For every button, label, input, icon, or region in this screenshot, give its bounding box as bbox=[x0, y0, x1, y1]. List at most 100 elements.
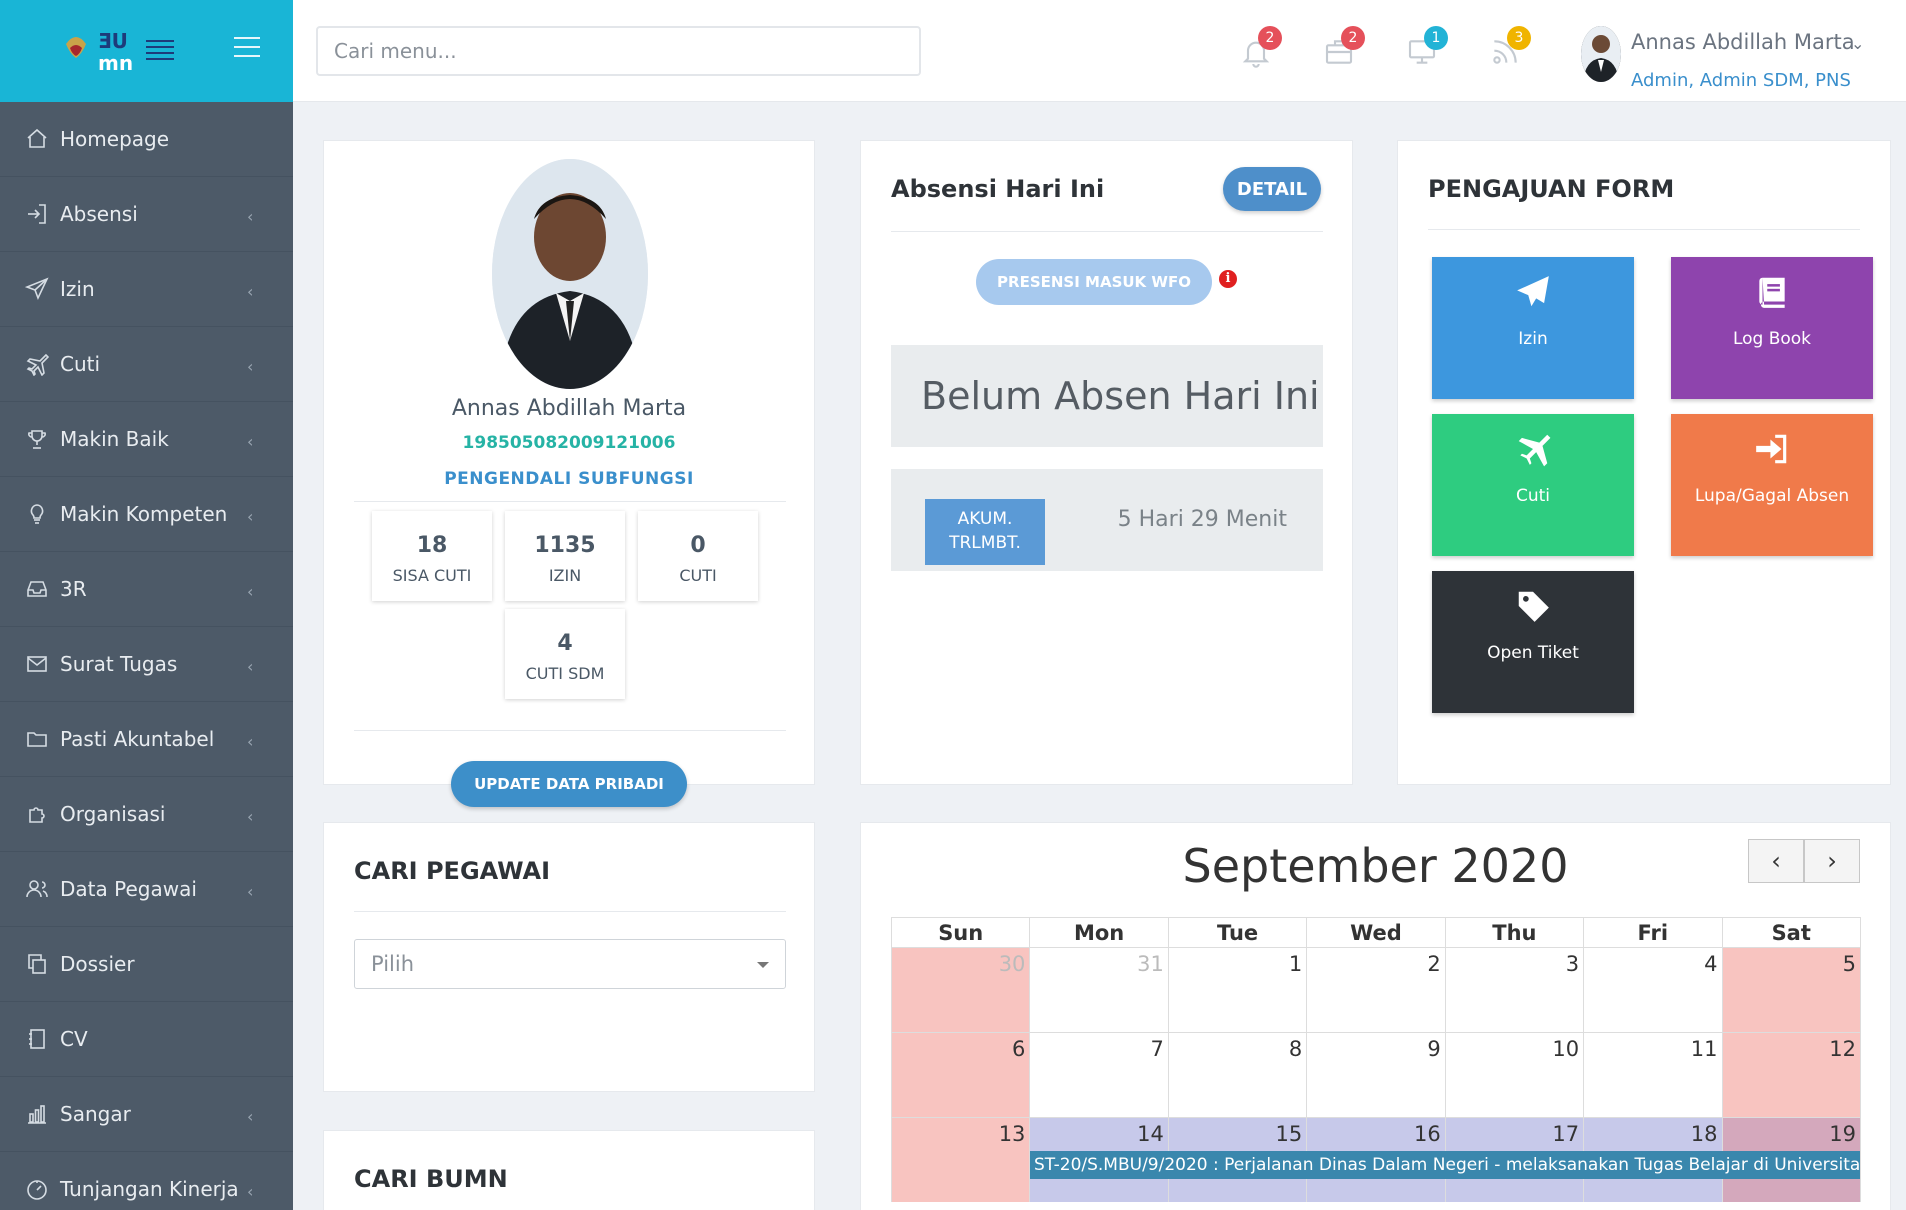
calendar-day-cell[interactable]: 9 bbox=[1306, 1032, 1445, 1117]
lightbulb-icon bbox=[24, 501, 50, 527]
tag-icon bbox=[1518, 591, 1549, 622]
copy-icon bbox=[24, 951, 50, 977]
sidebar-item-makin-baik[interactable]: Makin Baik ‹ bbox=[0, 402, 293, 477]
notification-badge: 1 bbox=[1424, 26, 1448, 50]
sidebar-item-label: Organisasi bbox=[60, 802, 166, 826]
chevron-left-icon: ‹ bbox=[247, 807, 254, 826]
cari-pegawai-card: CARI PEGAWAI Pilih bbox=[323, 822, 815, 1092]
sidebar-item-tunjangan-kinerja[interactable]: Tunjangan Kinerja ‹ bbox=[0, 1152, 293, 1210]
sidebar-item-organisasi[interactable]: Organisasi ‹ bbox=[0, 777, 293, 852]
tile-label: Lupa/Gagal Absen bbox=[1694, 486, 1850, 506]
sidebar-item-makin-kompeten[interactable]: Makin Kompeten ‹ bbox=[0, 477, 293, 552]
calendar-day-cell[interactable]: 5 bbox=[1721, 947, 1861, 1032]
bumn-logo: ƎU mn bbox=[66, 29, 174, 75]
calendar-day-cell[interactable]: 6 bbox=[891, 1032, 1030, 1117]
calendar-day-cell[interactable]: 3 bbox=[1444, 947, 1584, 1032]
calendar-weekday-row: Sun Mon Tue Wed Thu Fri Sat bbox=[891, 917, 1861, 947]
calendar-day-cell[interactable]: 4 bbox=[1583, 947, 1722, 1032]
weekday-header: Sun bbox=[891, 918, 1029, 947]
prev-month-button[interactable]: ‹ bbox=[1748, 839, 1804, 883]
weekday-header: Thu bbox=[1444, 918, 1583, 947]
cari-bumn-title: CARI BUMN bbox=[354, 1165, 508, 1193]
svg-text:mn: mn bbox=[98, 51, 133, 75]
divider bbox=[1428, 229, 1860, 230]
akumulasi-box: AKUM. TRLMBT. 5 Hari 29 Menit bbox=[891, 469, 1323, 571]
absensi-card: Absensi Hari Ini DETAIL PRESENSI MASUK W… bbox=[860, 140, 1353, 785]
calendar-week-row: 30 31 1 2 3 4 5 bbox=[891, 947, 1861, 1032]
absen-status: Belum Absen Hari Ini bbox=[891, 345, 1323, 447]
profile-card: Annas Abdillah Marta 198505082009121006 … bbox=[323, 140, 815, 807]
chevron-left-icon: ‹ bbox=[247, 357, 254, 376]
sidebar-item-cuti[interactable]: Cuti ‹ bbox=[0, 327, 293, 402]
pegawai-select[interactable]: Pilih bbox=[354, 939, 786, 989]
weekday-header: Tue bbox=[1167, 918, 1306, 947]
sidebar-item-cv[interactable]: CV bbox=[0, 1002, 293, 1077]
tile-label: Cuti bbox=[1515, 486, 1551, 506]
stat-cuti: 0 CUTI bbox=[638, 511, 758, 601]
stat-izin: 1135 IZIN bbox=[505, 511, 625, 601]
sidebar-item-data-pegawai[interactable]: Data Pegawai ‹ bbox=[0, 852, 293, 927]
menu-toggle-icon[interactable] bbox=[234, 37, 260, 59]
sidebar-item-dossier[interactable]: Dossier bbox=[0, 927, 293, 1002]
chevron-left-icon: ‹ bbox=[247, 282, 254, 301]
search-input[interactable] bbox=[316, 26, 921, 76]
cari-pegawai-title: CARI PEGAWAI bbox=[354, 857, 551, 885]
monitor-button[interactable]: 1 bbox=[1406, 26, 1448, 70]
sidebar-item-3r[interactable]: 3R ‹ bbox=[0, 552, 293, 627]
calendar-day-cell[interactable]: 2 bbox=[1306, 947, 1445, 1032]
sidebar-item-izin[interactable]: Izin ‹ bbox=[0, 252, 293, 327]
calendar-event[interactable]: ST-20/S.MBU/9/2020 : Perjalanan Dinas Da… bbox=[1030, 1151, 1860, 1179]
sidebar-item-homepage[interactable]: Homepage bbox=[0, 102, 293, 177]
chevron-down-icon: ⌄ bbox=[1851, 34, 1865, 53]
notifications-bell-button[interactable]: 2 bbox=[1240, 26, 1282, 70]
tile-cuti[interactable]: Cuti bbox=[1432, 414, 1634, 556]
sidebar-item-label: Cuti bbox=[60, 352, 101, 376]
stat-label: SISA CUTI bbox=[392, 566, 472, 585]
presensi-wfo-button[interactable]: PRESENSI MASUK WFO bbox=[976, 259, 1212, 305]
chevron-left-icon: ‹ bbox=[247, 882, 254, 901]
calendar-day-cell[interactable]: 1 bbox=[1167, 947, 1307, 1032]
calendar-day-cell[interactable]: 7 bbox=[1029, 1032, 1168, 1117]
puzzle-icon bbox=[24, 801, 50, 827]
profile-nip: 198505082009121006 bbox=[462, 433, 676, 453]
tile-open-tiket[interactable]: Open Tiket bbox=[1432, 571, 1634, 713]
detail-button[interactable]: DETAIL bbox=[1223, 167, 1321, 211]
sidebar-item-label: Dossier bbox=[60, 952, 135, 976]
update-data-button[interactable]: UPDATE DATA PRIBADI bbox=[451, 761, 687, 807]
paper-plane-icon bbox=[24, 276, 50, 302]
calendar-day-cell[interactable]: 31 bbox=[1029, 947, 1168, 1032]
calendar-day-cell[interactable]: 8 bbox=[1167, 1032, 1307, 1117]
sidebar-item-label: Absensi bbox=[60, 202, 138, 226]
sidebar-item-label: Sangar bbox=[60, 1102, 131, 1126]
notebook-icon bbox=[24, 1026, 50, 1052]
akumulasi-label-line1: AKUM. bbox=[957, 509, 1013, 529]
tile-log-book[interactable]: Log Book bbox=[1671, 257, 1873, 399]
stat-sisa-cuti: 18 SISA CUTI bbox=[372, 511, 492, 601]
calendar-day-cell[interactable]: 13 bbox=[891, 1117, 1030, 1202]
stat-label: CUTI SDM bbox=[525, 664, 605, 683]
book-icon bbox=[1759, 277, 1785, 308]
notification-badge: 2 bbox=[1258, 26, 1282, 50]
chevron-left-icon: ‹ bbox=[247, 582, 254, 601]
sidebar-item-absensi[interactable]: Absensi ‹ bbox=[0, 177, 293, 252]
calendar-day-cell[interactable]: 12 bbox=[1721, 1032, 1861, 1117]
sidebar-item-surat-tugas[interactable]: Surat Tugas ‹ bbox=[0, 627, 293, 702]
feed-button[interactable]: 3 bbox=[1489, 26, 1531, 70]
plane-icon bbox=[24, 351, 50, 377]
sidebar-item-pasti-akuntabel[interactable]: Pasti Akuntabel ‹ bbox=[0, 702, 293, 777]
tasks-button[interactable]: 2 bbox=[1323, 26, 1365, 70]
tile-izin[interactable]: Izin bbox=[1432, 257, 1634, 399]
chevron-left-icon: ‹ bbox=[247, 507, 254, 526]
profile-photo bbox=[492, 159, 648, 389]
weekday-header: Wed bbox=[1306, 918, 1444, 947]
sidebar-item-sangar[interactable]: Sangar ‹ bbox=[0, 1077, 293, 1152]
info-icon[interactable]: i bbox=[1219, 270, 1237, 288]
calendar-day-cell[interactable]: 10 bbox=[1444, 1032, 1584, 1117]
next-month-button[interactable]: › bbox=[1804, 839, 1860, 883]
stat-value: 4 bbox=[557, 631, 573, 656]
calendar-day-cell[interactable]: 11 bbox=[1583, 1032, 1722, 1117]
tile-lupa-gagal-absen[interactable]: Lupa/Gagal Absen bbox=[1671, 414, 1873, 556]
sign-in-icon bbox=[24, 201, 50, 227]
calendar-nav: ‹ › bbox=[1748, 839, 1860, 883]
calendar-day-cell[interactable]: 30 bbox=[891, 947, 1030, 1032]
